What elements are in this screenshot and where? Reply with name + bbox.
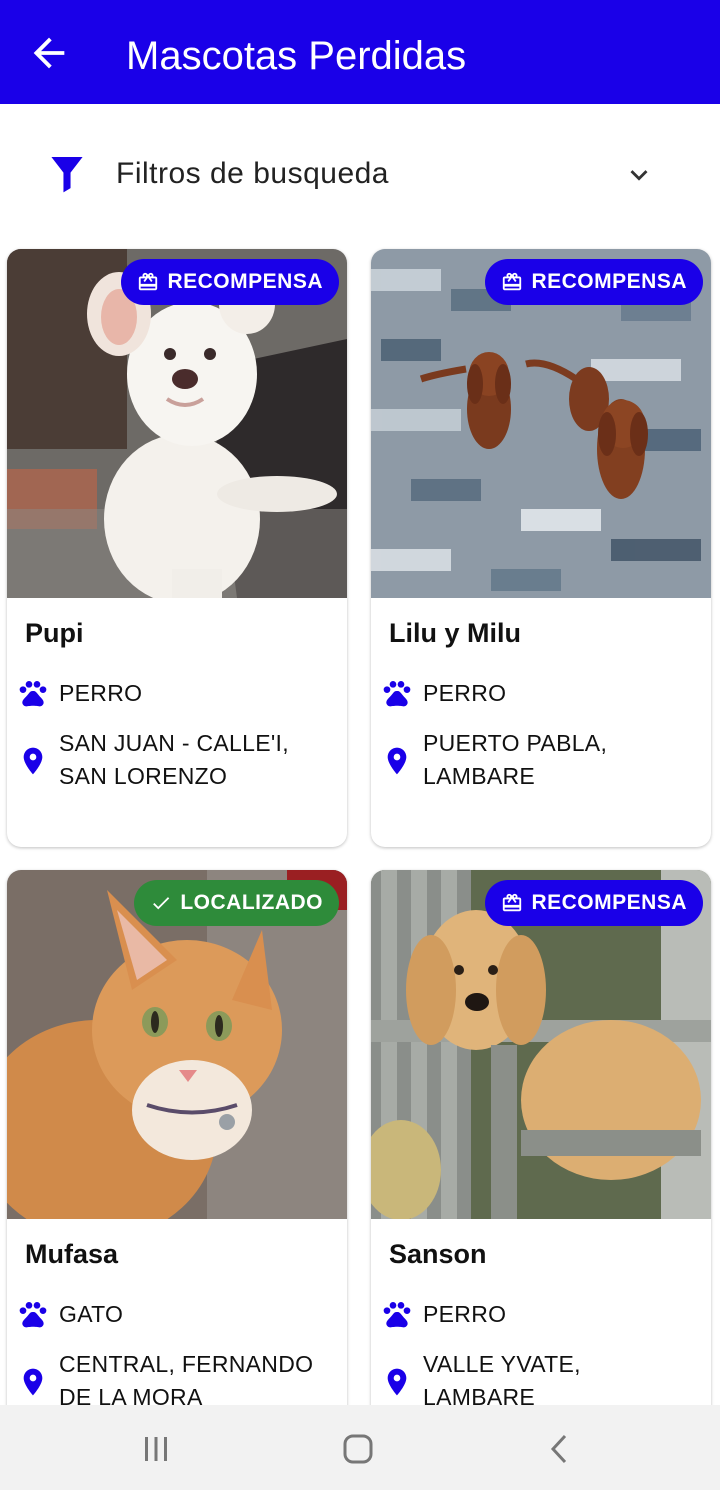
pet-location-row: PUERTO PABLA, LAMBARE (381, 727, 693, 793)
found-badge: LOCALIZADO (134, 880, 339, 926)
funnel-icon (51, 157, 83, 193)
search-filters-panel[interactable]: Filtros de busqueda (0, 104, 720, 244)
arrow-left-icon[interactable] (26, 30, 72, 76)
pet-location-row: SAN JUAN - CALLE'I, SAN LORENZO (17, 727, 329, 793)
pet-name: Sanson (389, 1239, 487, 1269)
pet-type-row: GATO (17, 1298, 329, 1331)
pet-type: PERRO (423, 1301, 507, 1327)
app-bar: Mascotas Perdidas (0, 0, 720, 104)
badge-label: RECOMPENSA (167, 270, 323, 293)
pet-type: PERRO (59, 680, 143, 706)
gift-icon (503, 893, 522, 912)
badge-label: RECOMPENSA (531, 270, 687, 293)
badge-label: LOCALIZADO (180, 891, 323, 914)
back-icon[interactable] (540, 1429, 580, 1469)
pet-location: PUERTO PABLA, LAMBARE (423, 730, 608, 789)
filters-label: Filtros de busqueda (116, 157, 389, 190)
paw-icon (383, 681, 411, 707)
home-icon[interactable] (338, 1429, 378, 1469)
check-icon (153, 897, 170, 910)
pet-card[interactable]: LOCALIZADO Mufasa GATO CENTRAL, FERNANDO… (7, 870, 347, 1468)
pet-name: Lilu y Milu (389, 618, 521, 648)
pet-type: PERRO (423, 680, 507, 706)
pet-type-row: PERRO (381, 1298, 693, 1331)
paw-icon (19, 1302, 47, 1328)
pet-name: Pupi (25, 618, 84, 648)
map-pin-icon (23, 747, 43, 775)
map-pin-icon (23, 1368, 43, 1396)
paw-icon (383, 1302, 411, 1328)
map-pin-icon (387, 1368, 407, 1396)
pet-location: SAN JUAN - CALLE'I, SAN LORENZO (59, 730, 289, 789)
gift-icon (503, 272, 522, 291)
pet-card[interactable]: RECOMPENSA Lilu y Milu PERRO PUERTO PABL… (371, 249, 711, 847)
map-pin-icon (387, 747, 407, 775)
gift-icon (139, 272, 158, 291)
pet-type-row: PERRO (17, 677, 329, 710)
pet-card[interactable]: RECOMPENSA Pupi PERRO SAN JUAN - CALLE'I… (7, 249, 347, 847)
reward-badge: RECOMPENSA (485, 880, 703, 926)
pet-type-row: PERRO (381, 677, 693, 710)
pet-type: GATO (59, 1301, 124, 1327)
pet-card[interactable]: RECOMPENSA Sanson PERRO VALLE YVATE, LAM… (371, 870, 711, 1468)
pet-name: Mufasa (25, 1239, 119, 1269)
page-title: Mascotas Perdidas (126, 34, 467, 78)
paw-icon (19, 681, 47, 707)
badge-label: RECOMPENSA (531, 891, 687, 914)
system-nav-bar (0, 1405, 720, 1490)
recents-icon[interactable] (136, 1429, 176, 1469)
reward-badge: RECOMPENSA (121, 259, 339, 305)
chevron-down-icon[interactable] (622, 158, 656, 192)
reward-badge: RECOMPENSA (485, 259, 703, 305)
